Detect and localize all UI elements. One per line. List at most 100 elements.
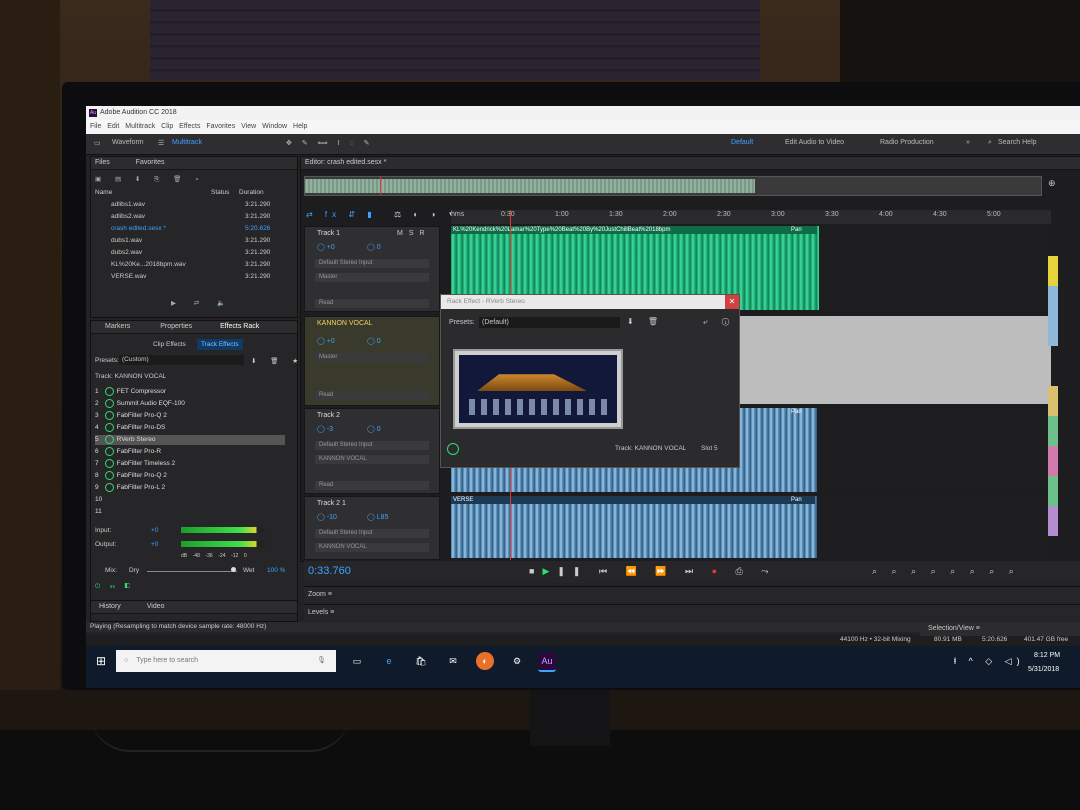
plugin-faders[interactable] [469,399,609,415]
file-item[interactable]: dubs1.wav [111,237,142,244]
effect-slot[interactable]: 6 FabFilter Pro-R [95,447,285,457]
tab-history[interactable]: History [99,603,121,610]
volume-knob[interactable]: ◯ +0 [317,243,335,251]
overview-scrollbar[interactable] [304,176,1042,196]
automation-mode[interactable]: Read [315,299,429,308]
col-name[interactable]: Name [95,189,112,196]
dialog-preset-actions-icons[interactable]: ⬇ 🗑 [627,317,664,326]
effect-slot[interactable]: 8 FabFilter Pro-Q 2 [95,471,285,481]
waveform-button[interactable]: Waveform [112,139,144,146]
effect-slot[interactable]: 9 FabFilter Pro-L 2 [95,483,285,493]
automation-mode[interactable]: Read [315,391,429,400]
settings-icon[interactable]: ⚙ [508,652,526,670]
track-header-bus[interactable]: KANNON VOCAL ◯ +0 ◯ 0 Master Read [304,316,440,406]
effect-slot[interactable]: 11 [95,507,285,517]
power-icon[interactable] [104,435,114,444]
file-item-session[interactable]: crash edited.sesx * [111,225,166,232]
msr-buttons[interactable]: MSR [397,230,431,237]
presets-dropdown[interactable]: (Custom) [119,355,244,365]
effect-slot[interactable]: 4 FabFilter Pro-DS [95,423,285,433]
output-value[interactable]: +0 [151,541,158,548]
track-name[interactable]: KANNON VOCAL [317,320,373,327]
menu-file[interactable]: File [90,123,101,130]
track-name[interactable]: Track 1 [317,230,340,237]
microphone-icon[interactable]: 🎙 [317,650,326,672]
effect-slot[interactable]: 2 Summit Audio EQF-100 [95,399,285,409]
taskbar-time[interactable]: 8:12 PM [1034,652,1060,659]
workspace-radio-production[interactable]: Radio Production [880,139,934,146]
zoom-panel[interactable]: Zoom ≡ [304,586,1080,603]
menu-effects[interactable]: Effects [179,123,200,130]
rack-power-icons[interactable]: ⏻ ☷ ◧ [95,583,134,591]
files-play-controls[interactable]: ▶ ⇄ 🔈 [171,299,233,307]
transport-controls[interactable]: ■▶❚❚ ⏮ ⏪ ⏩ ⏭ ● ⎙ ⤳ [529,566,776,577]
close-icon[interactable]: ✕ [725,295,739,309]
zoom-navigator-icon[interactable]: ⊕ [1048,178,1056,189]
track-header-3[interactable]: Track 2 1 ◯ -10 ◯ L85 Default Stereo Inp… [304,496,440,560]
power-icon[interactable] [104,483,114,492]
file-item[interactable]: adlibs1.wav [111,201,145,208]
power-icon[interactable] [104,459,114,468]
preset-actions-icons[interactable]: ⬇ 🗑 ★ [251,357,304,365]
output-select[interactable]: Master [315,353,429,362]
timeline-ruler[interactable]: hms 0:30 1:00 1:30 2:00 2:30 3:00 3:30 4… [451,210,1051,224]
volume-knob[interactable]: ◯ -10 [317,513,337,521]
volume-knob[interactable]: ◯ -3 [317,425,333,433]
menu-clip[interactable]: Clip [161,123,173,130]
edge-icon[interactable]: e [380,652,398,670]
zoom-controls-icons[interactable]: ⌕ ⌕ ⌕ ⌕ ⌕ ⌕ ⌕ ⌕ [872,566,1020,577]
multitrack-button[interactable]: Multitrack [172,139,202,146]
effect-slot[interactable]: 1 FET Compressor [95,387,285,397]
pan-knob[interactable]: ◯ L85 [367,513,388,521]
menu-view[interactable]: View [241,123,256,130]
mix-slider[interactable] [147,571,237,572]
tab-properties[interactable]: Properties [160,323,192,330]
output-select[interactable]: KANNON VOCAL [315,543,429,552]
menu-edit[interactable]: Edit [107,123,119,130]
menu-window[interactable]: Window [262,123,287,130]
file-item[interactable]: adlibs2.wav [111,213,145,220]
volume-knob[interactable]: ◯ +0 [317,337,335,345]
pan-knob[interactable]: ◯ 0 [367,337,381,345]
file-item[interactable]: KL%20Ke...2018bpm.wav [111,261,186,268]
audition-taskbar-icon[interactable]: Au [538,652,556,672]
tab-markers[interactable]: Markers [105,323,130,330]
effect-slot-selected[interactable]: 5 RVerb Stereo [95,435,285,445]
input-select[interactable]: Default Stereo Input [315,259,429,268]
track-header-1[interactable]: Track 1 MSR ◯ +0 ◯ 0 Default Stereo Inpu… [304,226,440,312]
menu-favorites[interactable]: Favorites [206,123,235,130]
input-value[interactable]: +0 [151,527,158,534]
col-duration[interactable]: Duration [239,189,264,196]
effect-slot[interactable]: 3 FabFilter Pro-Q 2 [95,411,285,421]
selection-view-panel[interactable]: Selection/View ≡ [920,622,1080,636]
power-icon[interactable] [104,471,114,480]
time-display[interactable]: 0:33.760 [308,565,351,577]
power-icon[interactable] [104,411,114,420]
tab-video[interactable]: Video [147,603,165,610]
effect-slot[interactable]: 10 [95,495,285,505]
menu-multitrack[interactable]: Multitrack [125,123,155,130]
edit-tools-icons[interactable]: ✥ ✎ ⟺ I ◌ ✎ [286,139,373,147]
pan-knob[interactable]: ◯ 0 [367,243,381,251]
firefox-icon[interactable]: ◐ [476,652,494,670]
tab-files[interactable]: Files [95,159,110,166]
subtab-clip-effects[interactable]: Clip Effects [153,341,186,348]
tab-favorites[interactable]: Favorites [136,159,165,166]
pan-knob[interactable]: ◯ 0 [367,425,381,433]
power-icon[interactable] [104,423,114,432]
mute-button[interactable]: M [397,230,409,237]
audio-clip[interactable]: VERSE Pan [451,496,817,558]
workspace-edit-audio-to-video[interactable]: Edit Audio to Video [785,139,844,146]
power-icon[interactable] [104,399,114,408]
rverb-plugin-ui[interactable] [453,349,623,429]
more-workspaces-icon[interactable]: » [966,139,970,146]
workspace-default[interactable]: Default [731,139,753,146]
file-item[interactable]: dubs2.wav [111,249,142,256]
power-icon[interactable] [447,443,459,455]
levels-panel[interactable]: Levels ≡ [304,604,1080,621]
windows-start-icon[interactable]: ⊞ [96,654,106,668]
power-icon[interactable] [104,387,114,396]
mix-percent[interactable]: 100 % [267,567,285,574]
mix-slider-thumb[interactable] [231,567,236,572]
mail-icon[interactable]: ✉ [444,652,462,670]
